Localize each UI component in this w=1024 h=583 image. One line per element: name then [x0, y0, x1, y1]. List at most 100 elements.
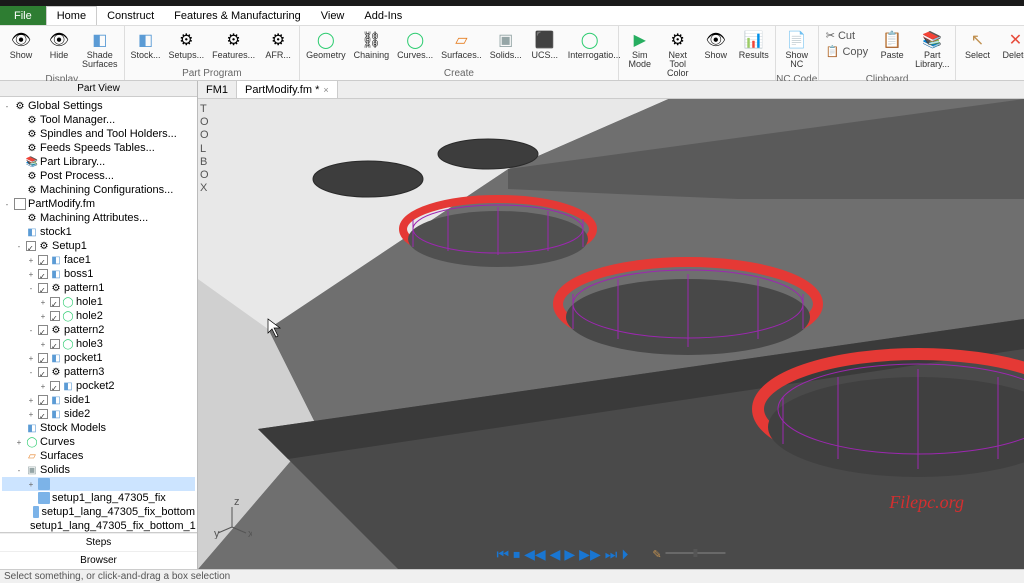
ribbon-btn-ucs-[interactable]: UCS...	[527, 28, 563, 62]
ribbon-btn-solids-[interactable]: Solids...	[487, 28, 525, 62]
close-icon[interactable]: ×	[323, 85, 328, 95]
tree-toggle-icon[interactable]: -	[26, 284, 36, 293]
tree-toggle-icon[interactable]: -	[2, 102, 12, 111]
tree-checkbox[interactable]	[50, 339, 60, 349]
tree-item[interactable]: -Solids	[2, 463, 195, 477]
ribbon-btn-afr-[interactable]: AFR...	[260, 28, 296, 62]
ribbon-btn-delete[interactable]: Delete	[997, 28, 1024, 62]
tree-item[interactable]: Stock Models	[2, 421, 195, 435]
tree-toggle-icon[interactable]: +	[38, 312, 48, 321]
tree-toggle-icon[interactable]: +	[38, 340, 48, 349]
ribbon-btn-stock-[interactable]: Stock...	[128, 28, 164, 62]
tree-item[interactable]: -Setup1	[2, 239, 195, 253]
tree-item[interactable]: Machining Attributes...	[2, 211, 195, 225]
tree-item[interactable]: -pattern3	[2, 365, 195, 379]
tree-item[interactable]: +side2	[2, 407, 195, 421]
tree-item[interactable]: Machining Configurations...	[2, 183, 195, 197]
ribbon-btn-surfaces-[interactable]: Surfaces..	[438, 28, 485, 62]
ribbon-btn-show[interactable]: Show	[698, 28, 734, 62]
ribbon-btn-next-tool-color[interactable]: Next ToolColor	[660, 28, 696, 80]
tree-item[interactable]: -Global Settings	[2, 99, 195, 113]
tree-item[interactable]: Tool Manager...	[2, 113, 195, 127]
playback-button[interactable]: ⏭	[605, 546, 618, 563]
tree-item[interactable]: -PartModify.fm	[2, 197, 195, 211]
ribbon-btn-curves-[interactable]: Curves...	[394, 28, 436, 62]
playback-button[interactable]: ⏵	[621, 546, 628, 563]
ribbon-btn-select[interactable]: Select	[959, 28, 995, 62]
playback-button[interactable]: ⏹	[513, 546, 520, 563]
ribbon-btn-part-library-[interactable]: PartLibrary...	[912, 28, 952, 71]
tab-view[interactable]: View	[311, 6, 355, 25]
tab-home[interactable]: Home	[46, 6, 97, 25]
tab-features[interactable]: Features & Manufacturing	[164, 6, 311, 25]
tree-toggle-icon[interactable]: +	[26, 270, 36, 279]
tree-item[interactable]: Surfaces	[2, 449, 195, 463]
tree-item[interactable]: +hole1	[2, 295, 195, 309]
tree-toggle-icon[interactable]: +	[38, 382, 48, 391]
ribbon-btn-geometry[interactable]: Geometry	[303, 28, 349, 62]
tree-item[interactable]: +pocket1	[2, 351, 195, 365]
tree-checkbox[interactable]	[38, 283, 48, 293]
tree-toggle-icon[interactable]: -	[26, 368, 36, 377]
tree-toggle-icon[interactable]: +	[38, 298, 48, 307]
tree-checkbox[interactable]	[38, 325, 48, 335]
file-menu[interactable]: File	[0, 6, 46, 25]
tab-construct[interactable]: Construct	[97, 6, 164, 25]
tree-toggle-icon[interactable]: +	[26, 410, 36, 419]
tree-item[interactable]: -pattern2	[2, 323, 195, 337]
tree-item[interactable]: +hole2	[2, 309, 195, 323]
tree-checkbox[interactable]	[38, 269, 48, 279]
viewport[interactable]: FM1 PartModify.fm *× TOOLBOX	[198, 81, 1024, 569]
tab-addins[interactable]: Add-Ins	[354, 6, 412, 25]
tree-toggle-icon[interactable]: +	[14, 438, 24, 447]
axis-triad[interactable]: xyz	[212, 499, 252, 539]
tree-item[interactable]: Spindles and Tool Holders...	[2, 127, 195, 141]
tree-toggle-icon[interactable]: -	[2, 200, 12, 209]
tree-item[interactable]: stock1	[2, 225, 195, 239]
tree-toggle-icon[interactable]: +	[26, 354, 36, 363]
ribbon-mini-copy[interactable]: Copy	[822, 44, 872, 59]
tree-checkbox[interactable]	[38, 353, 48, 363]
ribbon-btn-interrogatio-[interactable]: Interrogatio...	[565, 28, 615, 62]
tree-checkbox[interactable]	[38, 367, 48, 377]
ribbon-btn-setups-[interactable]: Setups...	[166, 28, 208, 62]
playback-slider[interactable]	[666, 548, 726, 561]
playback-button[interactable]: ◀	[550, 546, 561, 563]
ribbon-btn-paste[interactable]: Paste	[874, 28, 910, 62]
tree-toggle-icon[interactable]: +	[26, 480, 36, 489]
toolbox-bar[interactable]: TOOLBOX	[200, 103, 209, 195]
tree-checkbox[interactable]	[26, 241, 36, 251]
ribbon-btn-results[interactable]: Results	[736, 28, 772, 62]
tree-checkbox[interactable]	[50, 311, 60, 321]
tree-item[interactable]: Post Process...	[2, 169, 195, 183]
ribbon-btn-shade-surfaces[interactable]: ShadeSurfaces	[79, 28, 121, 71]
tree-item[interactable]: -pattern1	[2, 281, 195, 295]
playback-button[interactable]: ⏮	[496, 546, 509, 563]
tree-checkbox[interactable]	[50, 381, 60, 391]
playback-button[interactable]: ▶	[564, 546, 575, 563]
tree-item[interactable]: +	[2, 477, 195, 491]
tree-toggle-icon[interactable]: +	[26, 396, 36, 405]
tree-toggle-icon[interactable]: +	[26, 256, 36, 265]
ribbon-btn-show[interactable]: Show	[3, 28, 39, 62]
tree-item[interactable]: Part Library...	[2, 155, 195, 169]
tree-item[interactable]: +hole3	[2, 337, 195, 351]
ribbon-btn-hide[interactable]: Hide	[41, 28, 77, 62]
tree-item[interactable]: +face1	[2, 253, 195, 267]
tree-item[interactable]: setup1_lang_47305_fix_bottom_1	[2, 519, 195, 532]
tree-toggle-icon[interactable]: -	[14, 242, 24, 251]
tree-item[interactable]: setup1_lang_47305_fix_bottom	[2, 505, 195, 519]
ribbon-btn-chaining[interactable]: Chaining	[351, 28, 393, 62]
playback-button[interactable]: ◀◀	[524, 546, 546, 563]
tree-checkbox[interactable]	[38, 409, 48, 419]
ribbon-btn-features-[interactable]: Features...	[209, 28, 258, 62]
tree-checkbox[interactable]	[38, 395, 48, 405]
canvas-3d[interactable]: TOOLBOX	[198, 99, 1024, 569]
doc-tab-partmodify[interactable]: PartModify.fm *×	[237, 81, 338, 98]
tree-item[interactable]: +Curves	[2, 435, 195, 449]
ribbon-btn-sim-mode[interactable]: SimMode	[622, 28, 658, 71]
tree-item[interactable]: setup1_lang_47305_fix	[2, 491, 195, 505]
ribbon-btn-show-nc[interactable]: ShowNC	[779, 28, 815, 71]
tree-toggle-icon[interactable]: -	[14, 466, 24, 475]
tree-toggle-icon[interactable]: -	[26, 326, 36, 335]
